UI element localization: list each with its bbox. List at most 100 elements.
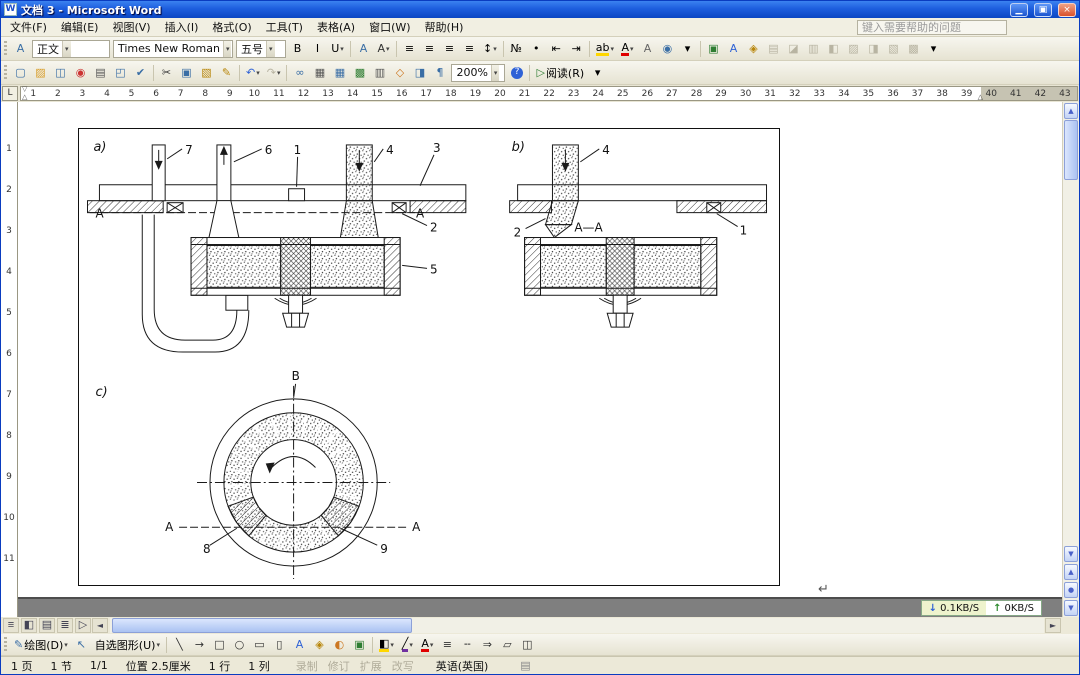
tab-selector[interactable]: L xyxy=(2,86,18,101)
hanging-indent-marker[interactable]: △ xyxy=(22,94,27,101)
print-button[interactable]: ▤ xyxy=(91,63,110,82)
insert-clip-art-button[interactable]: ◐ xyxy=(330,635,349,654)
dash-style-button[interactable]: ╌ xyxy=(458,635,477,654)
menu-item-format[interactable]: 格式(O) xyxy=(205,17,258,37)
vertical-scroll-track[interactable] xyxy=(1063,180,1079,545)
status-mode[interactable]: 录制 xyxy=(296,658,318,674)
menu-item-window[interactable]: 窗口(W) xyxy=(362,17,417,37)
oval-button[interactable]: ○ xyxy=(230,635,249,654)
scroll-left-button[interactable]: ◄ xyxy=(92,618,108,633)
restore-button[interactable]: ▣ xyxy=(1034,3,1052,17)
underline-button[interactable]: U▾ xyxy=(328,39,347,58)
font-size-combo-dropdown[interactable]: ▾ xyxy=(266,41,275,57)
save-button[interactable]: ◫ xyxy=(51,63,70,82)
right-indent-marker[interactable]: △ xyxy=(978,94,983,101)
redo-button[interactable]: ↷▾ xyxy=(264,63,284,82)
extra-tool-4-button[interactable]: ◧ xyxy=(824,39,843,58)
status-language[interactable]: 英语(英国) xyxy=(436,658,489,674)
scroll-up-button[interactable]: ▲ xyxy=(1064,103,1078,119)
font-color-dropdown[interactable]: ▾ xyxy=(630,45,634,53)
font-color-dropdown[interactable]: ▾ xyxy=(430,641,434,649)
menu-item-tools[interactable]: 工具(T) xyxy=(259,17,310,37)
arrow-button[interactable]: → xyxy=(190,635,209,654)
align-center-button[interactable]: ≡ xyxy=(420,39,439,58)
font-combo-dropdown[interactable]: ▾ xyxy=(223,41,232,57)
menu-item-table[interactable]: 表格(A) xyxy=(310,17,362,37)
styles-and-formatting-button[interactable]: A xyxy=(11,39,30,58)
extra-tool-1-button[interactable]: ▤ xyxy=(764,39,783,58)
insert-wordart-button[interactable]: A xyxy=(290,635,309,654)
web-layout-view-button[interactable]: ◧ xyxy=(21,618,37,633)
font-color-button[interactable]: A▾ xyxy=(418,635,437,654)
extra-tool-8-button[interactable]: ▩ xyxy=(904,39,923,58)
menu-item-insert[interactable]: 插入(I) xyxy=(158,17,206,37)
toolbar-grip[interactable] xyxy=(4,41,7,57)
document-page[interactable]: a) xyxy=(18,102,1062,599)
toolbar-grip[interactable] xyxy=(4,637,7,653)
next-page-button[interactable]: ▼ xyxy=(1064,600,1078,616)
horizontal-scroll-track[interactable] xyxy=(110,618,1044,633)
increase-indent-button[interactable]: ⇥ xyxy=(567,39,586,58)
previous-page-button[interactable]: ▲ xyxy=(1064,564,1078,580)
character-scaling-dropdown[interactable]: ▾ xyxy=(386,45,390,53)
titlebar[interactable]: W 文档 3 - Microsoft Word ▁ ▣ × xyxy=(1,1,1079,18)
numbering-button[interactable]: № xyxy=(507,39,526,58)
extra-toolbar-options-button[interactable]: ▾ xyxy=(924,39,943,58)
format-painter-button[interactable]: ✎ xyxy=(217,63,236,82)
outline-view-button[interactable]: ≣ xyxy=(57,618,73,633)
insert-hyperlink-button[interactable]: ∞ xyxy=(290,63,309,82)
insert-diagram-button[interactable]: ◈ xyxy=(744,39,763,58)
font-combo[interactable]: Times New Roman ▾ xyxy=(113,40,233,58)
line-spacing-button[interactable]: ↕▾ xyxy=(480,39,500,58)
minimize-button[interactable]: ▁ xyxy=(1010,3,1028,17)
scroll-right-button[interactable]: ► xyxy=(1045,618,1061,633)
drawing-toolbar-toggle-button[interactable]: ◇ xyxy=(390,63,409,82)
help-question-input[interactable]: 键入需要帮助的问题 xyxy=(857,20,1007,35)
bold-button[interactable]: B xyxy=(288,39,307,58)
menu-item-file[interactable]: 文件(F) xyxy=(3,17,54,37)
tables-and-borders-button[interactable]: ▦ xyxy=(310,63,329,82)
extra-tool-6-button[interactable]: ◨ xyxy=(864,39,883,58)
horizontal-ruler[interactable]: ▽ △ △ 1234567891011121314151617181920212… xyxy=(20,86,1078,101)
menu-item-edit[interactable]: 编辑(E) xyxy=(54,17,106,37)
columns-button[interactable]: ▥ xyxy=(370,63,389,82)
normal-view-button[interactable]: ≡ xyxy=(3,618,19,633)
document-map-button[interactable]: ◨ xyxy=(410,63,429,82)
highlight-dropdown[interactable]: ▾ xyxy=(610,45,614,53)
extra-tool-5-button[interactable]: ▨ xyxy=(844,39,863,58)
fill-color-dropdown[interactable]: ▾ xyxy=(390,641,394,649)
menu-item-view[interactable]: 视图(V) xyxy=(105,17,157,37)
status-mode[interactable]: 改写 xyxy=(392,658,414,674)
justify-button[interactable]: ≡ xyxy=(460,39,479,58)
vertical-text-box-button[interactable]: ▯ xyxy=(270,635,289,654)
decrease-indent-button[interactable]: ⇤ xyxy=(547,39,566,58)
toolbar-grip[interactable] xyxy=(4,65,7,81)
enclose-characters-button[interactable]: ◉ xyxy=(658,39,677,58)
shadow-style-button[interactable]: ▱ xyxy=(498,635,517,654)
print-layout-view-button[interactable]: ▤ xyxy=(39,618,55,633)
draw-menu-button[interactable]: ✎绘图(D)▾ xyxy=(11,635,71,654)
insert-excel-worksheet-button[interactable]: ▩ xyxy=(350,63,369,82)
menu-item-help[interactable]: 帮助(H) xyxy=(418,17,471,37)
vertical-ruler[interactable]: 1234567891011 xyxy=(1,102,18,617)
rectangle-button[interactable]: □ xyxy=(210,635,229,654)
spelling-grammar-button[interactable]: ✔ xyxy=(131,63,150,82)
line-style-button[interactable]: ≡ xyxy=(438,635,457,654)
line-spacing-dropdown[interactable]: ▾ xyxy=(493,45,497,53)
line-color-button[interactable]: ╱▾ xyxy=(398,635,417,654)
style-combo-dropdown[interactable]: ▾ xyxy=(62,41,71,57)
line-button[interactable]: ╲ xyxy=(170,635,189,654)
undo-button[interactable]: ↶▾ xyxy=(243,63,263,82)
undo-dropdown[interactable]: ▾ xyxy=(256,69,260,77)
open-button[interactable]: ▨ xyxy=(31,63,50,82)
draw-menu-dropdown[interactable]: ▾ xyxy=(64,641,68,649)
arrow-style-button[interactable]: ⇒ xyxy=(478,635,497,654)
cut-button[interactable]: ✂ xyxy=(157,63,176,82)
fmt-toolbar-options-button[interactable]: ▾ xyxy=(678,39,697,58)
insert-picture-from-file-button[interactable]: ▣ xyxy=(350,635,369,654)
align-left-button[interactable]: ≡ xyxy=(400,39,419,58)
horizontal-scroll-thumb[interactable] xyxy=(112,618,412,633)
extra-tool-7-button[interactable]: ▧ xyxy=(884,39,903,58)
character-scaling-button[interactable]: A▾ xyxy=(374,39,393,58)
help-button[interactable]: ? xyxy=(507,63,526,82)
